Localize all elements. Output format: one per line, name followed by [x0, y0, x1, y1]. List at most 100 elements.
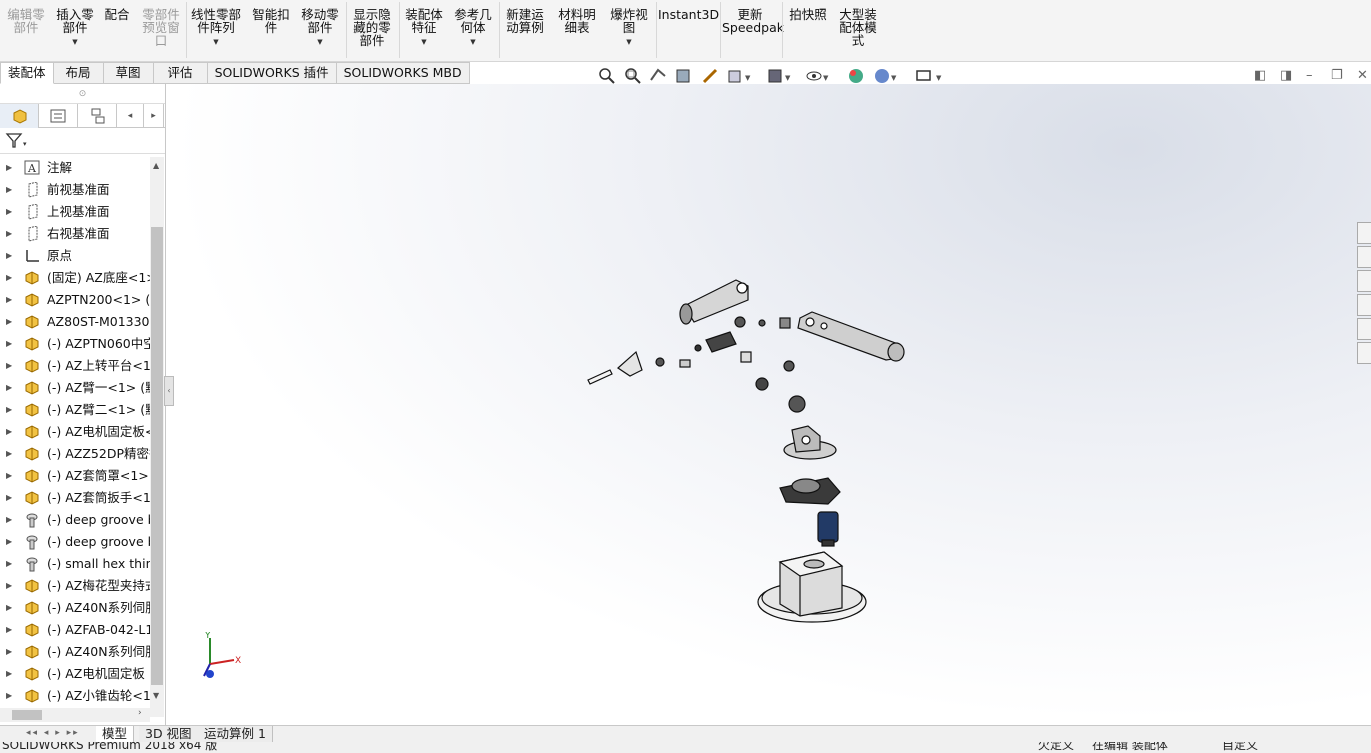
large-assembly-mode-button[interactable]: 大型装 配体模式	[834, 0, 882, 47]
tab-scroll-right[interactable]: ▸	[144, 104, 164, 128]
move-component-button[interactable]: 移动零 部件 ▼	[297, 0, 343, 49]
linear-pattern-button[interactable]: 线性零部 件阵列 ▼	[188, 0, 244, 49]
expand-arrow-icon[interactable]: ▶	[6, 443, 12, 465]
tab-evaluate[interactable]: 评估	[153, 62, 208, 84]
tree-item[interactable]: ▶ (-) AZ40N系列伺服	[0, 641, 150, 663]
tree-item[interactable]: ▶ 原点	[0, 245, 150, 267]
scrollbar-thumb[interactable]	[12, 710, 42, 720]
expand-arrow-icon[interactable]: ▶	[6, 157, 12, 179]
tree-item[interactable]: ▶ AZ80ST-M01330<	[0, 311, 150, 333]
expand-arrow-icon[interactable]: ▶	[6, 201, 12, 223]
scroll-down-icon[interactable]: ▼	[153, 691, 159, 700]
tile-left-icon[interactable]: ◧	[1254, 68, 1266, 83]
feature-tree-horizontal-scrollbar[interactable]: ›	[0, 708, 150, 722]
tree-item[interactable]: ▶ (-) AZ40N系列伺服	[0, 597, 150, 619]
tab-solidworks-mbd[interactable]: SOLIDWORKS MBD	[336, 62, 470, 84]
dynamic-annotation-icon[interactable]	[700, 66, 720, 86]
tree-item[interactable]: ▶ (-) AZ套筒罩<1> (	[0, 465, 150, 487]
edit-component-button[interactable]: 编辑零 部件	[4, 0, 48, 34]
tree-item[interactable]: ▶ (-) AZ梅花型夹持式	[0, 575, 150, 597]
tree-item[interactable]: ▶ (-) AZPTN060中空	[0, 333, 150, 355]
design-library-icon[interactable]	[1357, 246, 1371, 268]
chevron-down-icon[interactable]: ▼	[297, 36, 343, 49]
tree-item[interactable]: ▶ (-) AZ电机固定板	[0, 663, 150, 685]
expand-arrow-icon[interactable]: ▶	[6, 179, 12, 201]
reference-geometry-button[interactable]: 参考几 何体 ▼	[450, 0, 496, 49]
zoom-to-area-icon[interactable]	[622, 66, 642, 86]
status-units[interactable]: 自定义	[1222, 742, 1258, 753]
tab-assembly[interactable]: 装配体	[0, 62, 54, 84]
expand-arrow-icon[interactable]: ▶	[6, 245, 12, 267]
chevron-down-icon[interactable]: ▼	[188, 36, 244, 49]
tree-item[interactable]: ▶ AZPTN200<1> (P	[0, 289, 150, 311]
expand-arrow-icon[interactable]: ▶	[6, 619, 12, 641]
tree-item[interactable]: ▶ 上视基准面	[0, 201, 150, 223]
expand-arrow-icon[interactable]: ▶	[6, 465, 12, 487]
scroll-right-icon[interactable]: ›	[138, 708, 142, 718]
smart-fasteners-button[interactable]: 智能扣件	[248, 0, 294, 34]
insert-components-button[interactable]: 插入零 部件 ▼	[52, 0, 98, 49]
panel-grip[interactable]: ⊙	[0, 84, 165, 104]
zoom-to-fit-icon[interactable]	[596, 66, 616, 86]
view-orientation-icon[interactable]: ▼	[726, 66, 754, 86]
chevron-down-icon[interactable]: ▼	[52, 36, 98, 49]
tree-item[interactable]: ▶ (-) AZFAB-042-L1	[0, 619, 150, 641]
minimize-icon[interactable]: –	[1306, 68, 1313, 83]
show-hidden-components-button[interactable]: 显示隐 藏的零 部件	[348, 0, 396, 47]
hide-show-items-icon[interactable]: ▼	[804, 66, 832, 86]
tab-model[interactable]: 模型	[96, 726, 135, 743]
assembly-features-button[interactable]: 装配体 特征 ▼	[401, 0, 447, 49]
new-motion-study-button[interactable]: 新建运 动算例	[502, 0, 548, 34]
expand-arrow-icon[interactable]: ▶	[6, 487, 12, 509]
appearances-icon[interactable]	[1357, 318, 1371, 340]
tile-right-icon[interactable]: ◨	[1280, 68, 1292, 83]
custom-properties-icon[interactable]	[1357, 342, 1371, 364]
file-explorer-icon[interactable]	[1357, 270, 1371, 292]
tree-item[interactable]: ▶ (-) AZ臂二<1> (默	[0, 399, 150, 421]
exploded-view-button[interactable]: 爆炸视图 ▼	[606, 0, 652, 49]
tree-filter[interactable]: ▾	[0, 128, 165, 154]
graphics-area[interactable]: Y X	[166, 84, 1371, 725]
take-snapshot-button[interactable]: 拍快照	[784, 0, 832, 21]
component-preview-button[interactable]: 零部件 预览窗口	[138, 0, 184, 47]
chevron-down-icon[interactable]: ▼	[450, 36, 496, 49]
chevron-down-icon[interactable]: ▼	[401, 36, 447, 49]
tab-navigation-arrows[interactable]: ◂◂ ◂ ▸ ▸▸	[26, 728, 80, 738]
tab-motion-study-1[interactable]: 运动算例 1	[198, 726, 273, 743]
bill-of-materials-button[interactable]: 材料明 细表	[553, 0, 601, 34]
tree-item[interactable]: ▶ (-) small hex thin	[0, 553, 150, 575]
expand-arrow-icon[interactable]: ▶	[6, 399, 12, 421]
expand-arrow-icon[interactable]: ▶	[6, 311, 12, 333]
expand-arrow-icon[interactable]: ▶	[6, 377, 12, 399]
tree-item[interactable]: ▶ (固定) AZ底座<1>	[0, 267, 150, 289]
panel-collapse-handle[interactable]: ‹	[164, 376, 174, 406]
tree-item[interactable]: ▶ (-) deep groove b	[0, 509, 150, 531]
apply-scene-icon[interactable]: ▼	[872, 66, 900, 86]
expand-arrow-icon[interactable]: ▶	[6, 641, 12, 663]
edit-appearance-icon[interactable]	[846, 66, 866, 86]
expand-arrow-icon[interactable]: ▶	[6, 509, 12, 531]
expand-arrow-icon[interactable]: ▶	[6, 355, 12, 377]
expand-arrow-icon[interactable]: ▶	[6, 685, 12, 707]
tab-layout[interactable]: 布局	[53, 62, 104, 84]
expand-arrow-icon[interactable]: ▶	[6, 223, 12, 245]
expand-arrow-icon[interactable]: ▶	[6, 663, 12, 685]
view-palette-icon[interactable]	[1357, 294, 1371, 316]
instant3d-button[interactable]: Instant3D	[658, 0, 719, 21]
tree-item[interactable]: ▶ (-) AZ臂一<1> (默	[0, 377, 150, 399]
tree-item[interactable]: ▶ (-) AZ套筒扳手<1>	[0, 487, 150, 509]
configuration-manager-tab[interactable]	[78, 104, 117, 128]
expand-arrow-icon[interactable]: ▶	[6, 333, 12, 355]
tab-sketch[interactable]: 草图	[103, 62, 154, 84]
previous-view-icon[interactable]	[648, 66, 668, 86]
scroll-up-icon[interactable]: ▲	[153, 161, 159, 170]
update-speedpak-button[interactable]: 更新 Speedpak	[722, 0, 784, 34]
expand-arrow-icon[interactable]: ▶	[6, 421, 12, 443]
tree-item[interactable]: ▶ (-) deep groove b	[0, 531, 150, 553]
feature-tree-vertical-scrollbar[interactable]: ▲ ▼	[150, 157, 164, 717]
tree-item[interactable]: ▶ 前视基准面	[0, 179, 150, 201]
expand-arrow-icon[interactable]: ▶	[6, 531, 12, 553]
tree-item[interactable]: ▶ (-) AZ电机固定板<	[0, 421, 150, 443]
home-icon[interactable]	[1357, 222, 1371, 244]
tree-item[interactable]: ▶ (-) AZZ52DP精密行	[0, 443, 150, 465]
